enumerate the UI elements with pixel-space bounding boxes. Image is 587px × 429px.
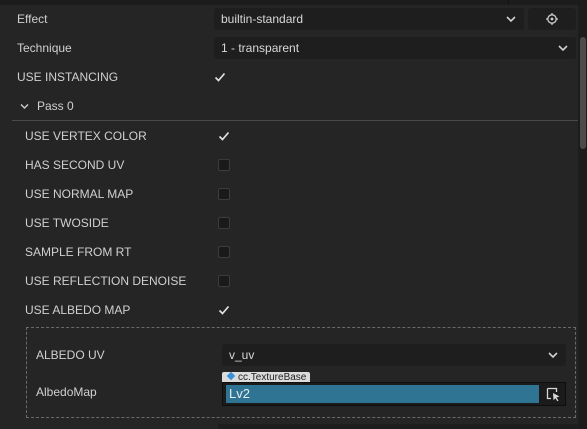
pass-option-row: USE VERTEX COLOR bbox=[0, 122, 578, 151]
effect-value: builtin-standard bbox=[221, 12, 304, 26]
chevron-down-icon bbox=[548, 352, 558, 359]
scrollbar-thumb[interactable] bbox=[580, 37, 586, 149]
use-instancing-label: USE INSTANCING bbox=[17, 70, 119, 84]
albedo-map-asset-value: Lv2 bbox=[226, 385, 539, 403]
albedo-uv-select[interactable]: v_uv bbox=[222, 344, 566, 366]
sample-from-rt-checkbox[interactable] bbox=[218, 246, 230, 258]
pass-option-row: HAS SECOND UV bbox=[0, 151, 578, 180]
pass-option-row: SAMPLE FROM RT bbox=[0, 238, 578, 267]
pass-option-row: USE NORMAL MAP bbox=[0, 180, 578, 209]
technique-row: Technique 1 - transparent bbox=[0, 34, 578, 63]
use-instancing-checkbox[interactable] bbox=[214, 71, 226, 83]
use-reflection-denoise-checkbox[interactable] bbox=[218, 275, 230, 287]
albedo-map-label: AlbedoMap bbox=[36, 385, 97, 399]
albedo-map-asset-field[interactable]: Lv2 bbox=[222, 382, 566, 406]
use-instancing-row: USE INSTANCING bbox=[0, 63, 578, 92]
sample-from-rt-label: SAMPLE FROM RT bbox=[25, 245, 132, 259]
albedo-uv-row: ALBEDO UV v_uv bbox=[0, 341, 578, 370]
technique-select[interactable]: 1 - transparent bbox=[214, 37, 576, 59]
use-vertex-color-checkbox[interactable] bbox=[218, 130, 230, 142]
chevron-down-icon bbox=[20, 104, 29, 109]
pass-option-row: USE ALBEDO MAP bbox=[0, 296, 578, 325]
albedo-uv-value: v_uv bbox=[229, 348, 255, 362]
use-normal-map-label: USE NORMAL MAP bbox=[25, 187, 134, 201]
pass-divider bbox=[12, 120, 587, 121]
pass-header[interactable]: Pass 0 bbox=[0, 92, 578, 121]
albedo-uv-label: ALBEDO UV bbox=[36, 348, 105, 362]
use-albedo-map-label: USE ALBEDO MAP bbox=[25, 303, 131, 317]
use-twoside-label: USE TWOSIDE bbox=[25, 216, 109, 230]
technique-value: 1 - transparent bbox=[221, 41, 300, 55]
effect-row: Effect builtin-standard bbox=[0, 5, 578, 34]
asset-type-icon bbox=[226, 371, 236, 381]
effect-select[interactable]: builtin-standard bbox=[214, 8, 524, 30]
pass-option-row: USE TWOSIDE bbox=[0, 209, 578, 238]
locate-effect-button[interactable] bbox=[528, 8, 576, 30]
use-twoside-checkbox[interactable] bbox=[218, 217, 230, 229]
pass-option-row: USE REFLECTION DENOISE bbox=[0, 267, 578, 296]
technique-label: Technique bbox=[17, 41, 72, 55]
use-reflection-denoise-label: USE REFLECTION DENOISE bbox=[25, 274, 187, 288]
select-asset-icon[interactable] bbox=[545, 386, 561, 402]
use-albedo-map-checkbox[interactable] bbox=[218, 304, 230, 316]
use-vertex-color-label: USE VERTEX COLOR bbox=[25, 129, 147, 143]
chevron-down-icon bbox=[506, 16, 516, 23]
next-field-edge bbox=[218, 424, 578, 429]
has-second-uv-label: HAS SECOND UV bbox=[25, 158, 125, 172]
use-normal-map-checkbox[interactable] bbox=[218, 188, 230, 200]
chevron-down-icon bbox=[558, 45, 568, 52]
has-second-uv-checkbox[interactable] bbox=[218, 159, 230, 171]
effect-label: Effect bbox=[17, 12, 48, 26]
pass-label: Pass 0 bbox=[37, 99, 74, 113]
locate-icon bbox=[546, 13, 558, 25]
